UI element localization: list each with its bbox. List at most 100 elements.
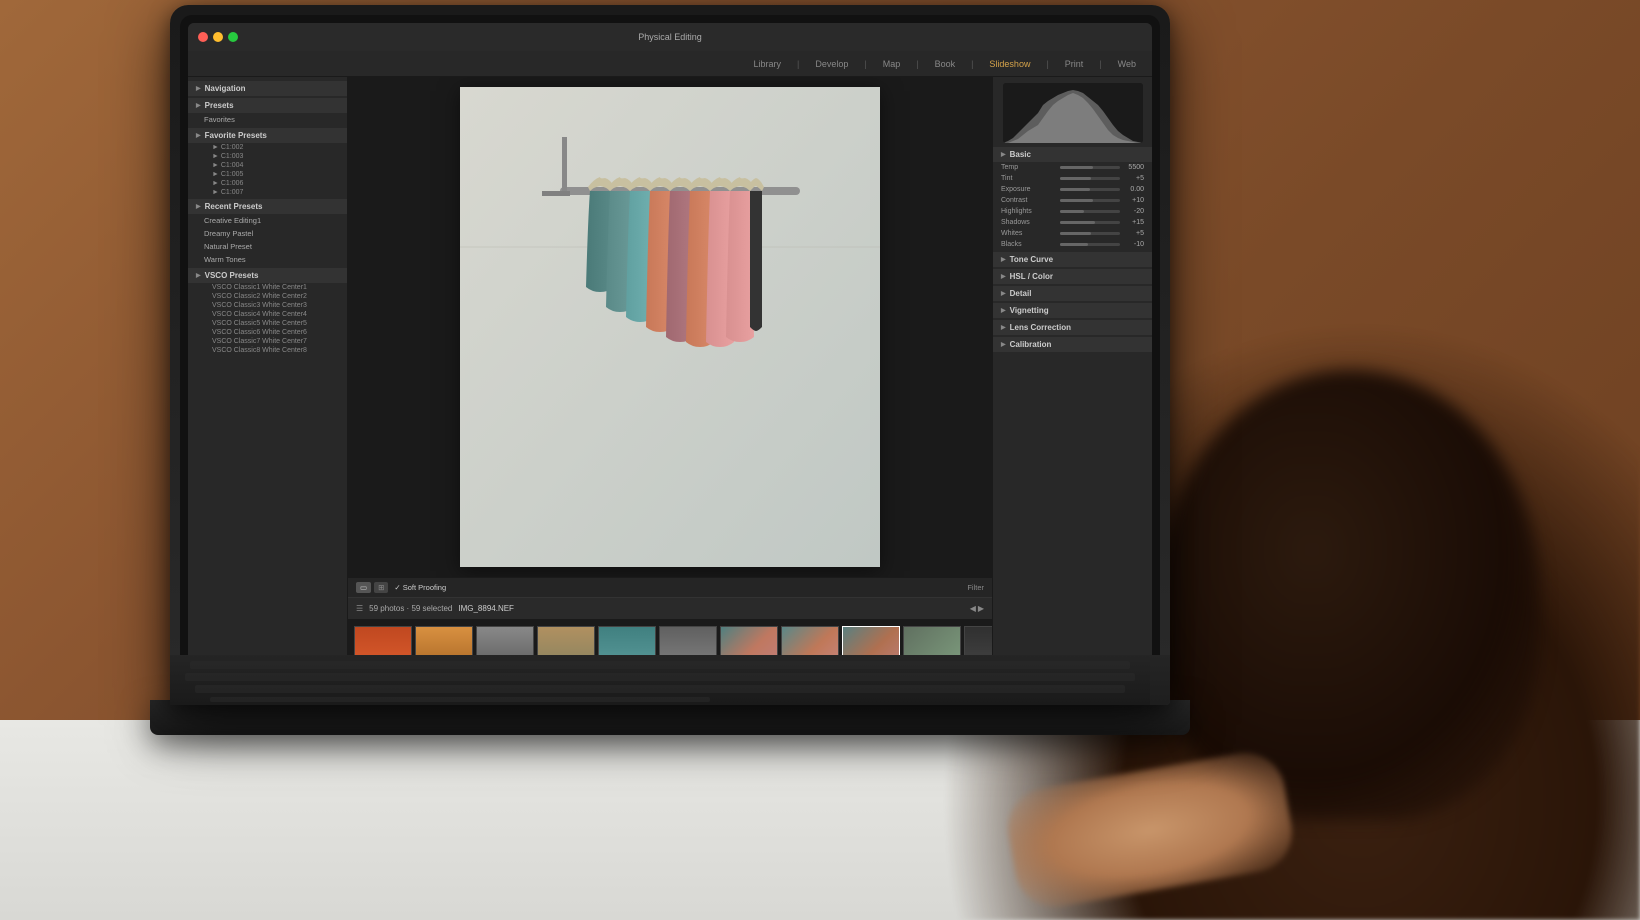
navigation-arrows: ◀ ▶ [970,604,984,613]
fav-preset-5[interactable]: ► C1:006 [188,179,347,188]
vignetting-section: Vignetting [993,303,1152,318]
laptop-screen: Physical Editing Library | Develop | Map… [188,23,1152,687]
detail-header[interactable]: Detail [993,286,1152,301]
filter-label[interactable]: Filter [967,583,984,592]
fav-preset-6[interactable]: ► C1:007 [188,188,347,197]
vsco-6[interactable]: VSCO Classic6 White Center6 [188,328,347,337]
main-layout: Navigation Presets Favorites Favorite Pr… [188,77,1152,687]
blacks-slider: Blacks -10 [993,239,1152,250]
highlights-slider: Highlights -20 [993,206,1152,217]
vsco-5[interactable]: VSCO Classic5 White Center5 [188,319,347,328]
contrast-slider: Contrast +10 [993,195,1152,206]
view-mode-icons: ▭ ⊞ [356,582,388,593]
navigator-header[interactable]: Navigation [188,81,347,96]
center-panel: ▭ ⊞ ✓ Soft Proofing Filter ☰ [348,77,992,687]
detail-section: Detail [993,286,1152,301]
window-controls [198,32,238,42]
tab-print[interactable]: Print [1061,57,1088,71]
view-grid[interactable]: ⊞ [374,582,388,593]
calibration-section: Calibration [993,337,1152,352]
vsco-presets-header[interactable]: VSCO Presets [188,268,347,283]
navigator-section: Navigation [188,81,347,96]
recent-1[interactable]: Creative Editing1 [188,214,347,227]
window-title: Physical Editing [638,32,702,42]
lightroom-app: Physical Editing Library | Develop | Map… [188,23,1152,687]
vsco-presets-section: VSCO Presets VSCO Classic1 White Center1… [188,268,347,355]
preset-item-favorites[interactable]: Favorites [188,113,347,126]
tab-book[interactable]: Book [931,57,960,71]
shadows-slider: Shadows +15 [993,217,1152,228]
module-tabs: Library | Develop | Map | Book | Slidesh… [188,51,1152,77]
recent-3[interactable]: Natural Preset [188,240,347,253]
vsco-8[interactable]: VSCO Classic8 White Center8 [188,346,347,355]
tab-web[interactable]: Web [1114,57,1140,71]
fav-preset-4[interactable]: ► C1:005 [188,170,347,179]
module-sep-3: | [916,59,918,69]
recent-4[interactable]: Warm Tones [188,253,347,266]
laptop-base [150,700,1190,735]
module-sep-2: | [864,59,866,69]
basic-section: Basic Temp 5500 Tint [993,147,1152,250]
fav-preset-2[interactable]: ► C1:003 [188,152,347,161]
vsco-3[interactable]: VSCO Classic3 White Center3 [188,301,347,310]
lens-correction-section: Lens Correction [993,320,1152,335]
favorite-presets-header[interactable]: Favorite Presets [188,128,347,143]
vsco-2[interactable]: VSCO Classic2 White Center2 [188,292,347,301]
calibration-header[interactable]: Calibration [993,337,1152,352]
module-sep-4: | [971,59,973,69]
hsl-section: HSL / Color [993,269,1152,284]
tab-map[interactable]: Map [879,57,905,71]
whites-slider: Whites +5 [993,228,1152,239]
presets-header[interactable]: Presets [188,98,347,113]
tint-slider: Tint +5 [993,173,1152,184]
tab-slideshow[interactable]: Slideshow [985,57,1034,71]
statusbar: ▭ ⊞ ✓ Soft Proofing Filter [348,577,992,597]
module-sep-1: | [797,59,799,69]
photos-count: 59 photos [369,604,404,613]
filmstrip-toolbar: ☰ 59 photos · 59 selected IMG_8894.NEF ◀ [348,598,992,620]
maximize-button[interactable] [228,32,238,42]
view-loupe[interactable]: ▭ [356,582,371,593]
left-panel: Navigation Presets Favorites Favorite Pr… [188,77,348,687]
hsl-header[interactable]: HSL / Color [993,269,1152,284]
filename: IMG_8894.NEF [458,604,514,613]
next-arrow[interactable]: ▶ [978,604,984,613]
fav-preset-1[interactable]: ► C1:002 [188,143,347,152]
fav-preset-3[interactable]: ► C1:004 [188,161,347,170]
tab-develop[interactable]: Develop [811,57,852,71]
recent-presets-header[interactable]: Recent Presets [188,199,347,214]
favorite-presets-section: Favorite Presets ► C1:002 ► C1:003 ► C1:… [188,128,347,197]
person-head [1160,370,1540,820]
lens-correction-header[interactable]: Lens Correction [993,320,1152,335]
recent-presets-section: Recent Presets Creative Editing1 Dreamy … [188,199,347,266]
tab-library[interactable]: Library [749,57,785,71]
recent-2[interactable]: Dreamy Pastel [188,227,347,240]
vsco-7[interactable]: VSCO Classic7 White Center7 [188,337,347,346]
main-photo [460,87,880,567]
presets-section: Presets Favorites [188,98,347,126]
basic-header[interactable]: Basic [993,147,1152,162]
main-image-area[interactable] [348,77,992,577]
laptop-body: Physical Editing Library | Develop | Map… [170,5,1170,705]
keyboard [170,655,1170,705]
module-icon: ☰ [356,604,363,613]
module-sep-6: | [1099,59,1101,69]
tone-curve-header[interactable]: Tone Curve [993,252,1152,267]
close-button[interactable] [198,32,208,42]
minimize-button[interactable] [213,32,223,42]
right-panel: Basic Temp 5500 Tint [992,77,1152,687]
prev-arrow[interactable]: ◀ [970,604,976,613]
vsco-4[interactable]: VSCO Classic4 White Center4 [188,310,347,319]
temp-slider: Temp 5500 [993,162,1152,173]
laptop-bezel: Physical Editing Library | Develop | Map… [180,15,1160,695]
filmstrip-info: 59 photos · 59 selected [369,604,452,613]
selected-count: 59 selected [411,604,452,613]
titlebar: Physical Editing [188,23,1152,51]
exposure-slider: Exposure 0.00 [993,184,1152,195]
histogram [1003,83,1143,143]
tone-curve-section: Tone Curve [993,252,1152,267]
vignetting-header[interactable]: Vignetting [993,303,1152,318]
vsco-1[interactable]: VSCO Classic1 White Center1 [188,283,347,292]
soft-proof-toggle[interactable]: ✓ Soft Proofing [394,583,446,592]
module-sep-5: | [1046,59,1048,69]
